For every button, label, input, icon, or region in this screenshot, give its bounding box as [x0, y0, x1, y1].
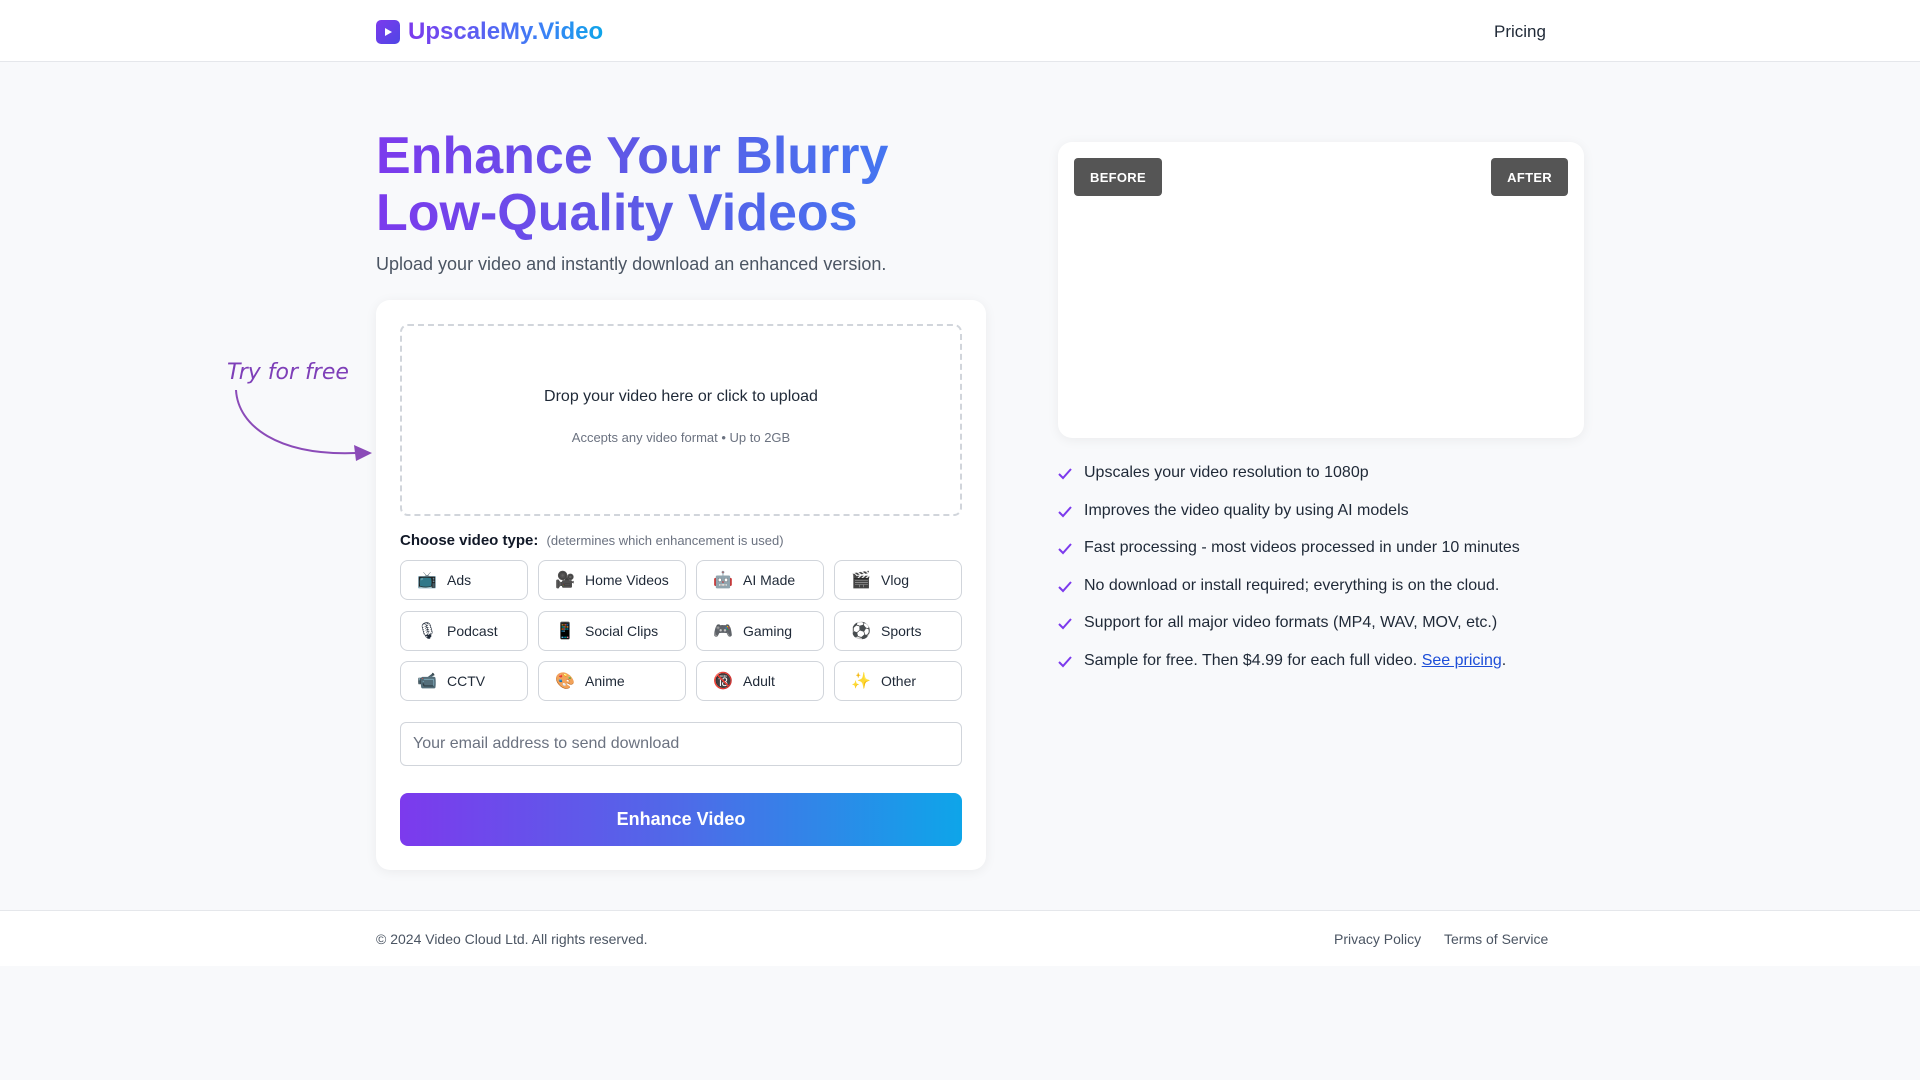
pricing-text: Sample for free. Then $4.99 for each ful…: [1084, 651, 1418, 669]
see-pricing-link[interactable]: See pricing: [1422, 652, 1502, 669]
dropzone-hint: Accepts any video format • Up to 2GB: [571, 430, 791, 445]
top-header: UpscaleMy.Video Pricing: [0, 0, 1920, 62]
dropzone-text: Drop your video here or click to upload: [544, 388, 818, 405]
check-icon: [1058, 577, 1074, 597]
video-type-adult[interactable]: 🔞 Adult: [696, 661, 824, 701]
feature-item: No download or install required; everyth…: [1058, 577, 1520, 615]
video-type-label-text: Podcast: [447, 623, 498, 639]
nav-pricing-link[interactable]: Pricing: [1494, 22, 1546, 42]
sparkles-icon: ✨: [851, 673, 871, 690]
feature-text: No download or install required; everyth…: [1084, 576, 1500, 594]
gamepad-icon: 🎮: [713, 623, 733, 640]
feature-item: Upscales your video resolution to 1080p: [1058, 464, 1520, 502]
pricing-suffix: .: [1501, 651, 1507, 669]
video-type-heading: Choose video type:: [400, 532, 539, 549]
tv-icon: 📺: [417, 572, 437, 589]
check-icon: [1058, 502, 1074, 522]
feature-text: Fast processing - most videos processed …: [1084, 539, 1520, 557]
video-type-label: Choose video type: (determines which enh…: [400, 532, 784, 549]
hero-title-line2: Low-Quality Videos: [376, 184, 858, 242]
terms-of-service-link[interactable]: Terms of Service: [1444, 931, 1548, 947]
video-type-gaming[interactable]: 🎮 Gaming: [696, 611, 824, 651]
video-type-label-text: Vlog: [881, 572, 910, 588]
palette-icon: 🎨: [555, 673, 575, 690]
video-type-other[interactable]: ✨ Other: [834, 661, 962, 701]
phone-icon: 📱: [555, 623, 575, 640]
after-badge: AFTER: [1491, 158, 1568, 196]
video-type-label-text: AI Made: [743, 572, 796, 588]
check-icon: [1058, 614, 1074, 634]
play-icon: [376, 20, 400, 44]
video-type-social-clips[interactable]: 📱 Social Clips: [538, 611, 686, 651]
feature-item: Improves the video quality by using AI m…: [1058, 502, 1520, 540]
hero-title: Enhance Your Blurry Low-Quality Videos: [376, 128, 996, 242]
video-type-label-text: Ads: [447, 572, 472, 588]
feature-text: Sample for free. Then $4.99 for each ful…: [1084, 652, 1506, 670]
robot-icon: 🤖: [713, 572, 733, 589]
check-icon: [1058, 652, 1074, 672]
feature-item: Fast processing - most videos processed …: [1058, 539, 1520, 577]
microphone-icon: 🎙: [416, 623, 438, 640]
video-type-hint: (determines which enhancement is used): [546, 533, 784, 548]
feature-item: Support for all major video formats (MP4…: [1058, 614, 1520, 652]
security-camera-icon: 📹: [417, 673, 437, 690]
clapper-icon: 🎬: [851, 572, 871, 589]
upload-card: Drop your video here or click to upload …: [376, 300, 986, 870]
check-icon: [1058, 539, 1074, 559]
video-type-podcast[interactable]: 🎙 Podcast: [400, 611, 528, 651]
enhance-video-button[interactable]: Enhance Video: [400, 793, 962, 846]
page-footer: © 2024 Video Cloud Ltd. All rights reser…: [0, 910, 1920, 966]
curved-arrow-icon: [235, 389, 372, 461]
before-after-preview: BEFORE AFTER: [1058, 142, 1584, 438]
feature-text: Support for all major video formats (MP4…: [1084, 614, 1498, 632]
before-badge: BEFORE: [1074, 158, 1162, 196]
video-type-home-videos[interactable]: 🎥 Home Videos: [538, 560, 686, 600]
video-type-ads[interactable]: 📺 Ads: [400, 560, 528, 600]
video-type-anime[interactable]: 🎨 Anime: [538, 661, 686, 701]
video-type-label-text: Anime: [585, 673, 625, 689]
hero-subtitle: Upload your video and instantly download…: [376, 254, 887, 274]
video-type-label-text: Social Clips: [585, 623, 659, 639]
copyright-text: © 2024 Video Cloud Ltd. All rights reser…: [376, 931, 648, 947]
email-input[interactable]: [400, 722, 962, 766]
brand-name: UpscaleMy.Video: [408, 18, 604, 45]
feature-text: Upscales your video resolution to 1080p: [1084, 464, 1369, 481]
video-type-label-text: Adult: [743, 673, 775, 689]
video-type-label-text: Home Videos: [585, 572, 669, 588]
video-type-label-text: Sports: [881, 623, 922, 639]
video-type-cctv[interactable]: 📹 CCTV: [400, 661, 528, 701]
brand-logo[interactable]: UpscaleMy.Video: [376, 18, 603, 46]
privacy-policy-link[interactable]: Privacy Policy: [1334, 931, 1421, 947]
feature-text: Improves the video quality by using AI m…: [1084, 501, 1409, 519]
check-icon: [1058, 464, 1074, 484]
camera-icon: 🎥: [555, 572, 575, 589]
video-type-label-text: Other: [881, 673, 917, 689]
ball-icon: ⚽: [851, 623, 871, 640]
try-for-free-note: Try for free: [227, 360, 349, 385]
adult-icon: 🔞: [713, 673, 733, 690]
feature-list: Upscales your video resolution to 1080p …: [1058, 464, 1520, 690]
video-type-vlog[interactable]: 🎬 Vlog: [834, 560, 962, 600]
video-dropzone[interactable]: Drop your video here or click to upload …: [400, 324, 962, 516]
video-type-ai-made[interactable]: 🤖 AI Made: [696, 560, 824, 600]
feature-item-pricing: Sample for free. Then $4.99 for each ful…: [1058, 652, 1520, 690]
video-type-label-text: CCTV: [447, 673, 486, 689]
video-type-sports[interactable]: ⚽ Sports: [834, 611, 962, 651]
video-type-label-text: Gaming: [743, 623, 793, 639]
hero-title-line1: Enhance Your Blurry: [376, 127, 889, 185]
